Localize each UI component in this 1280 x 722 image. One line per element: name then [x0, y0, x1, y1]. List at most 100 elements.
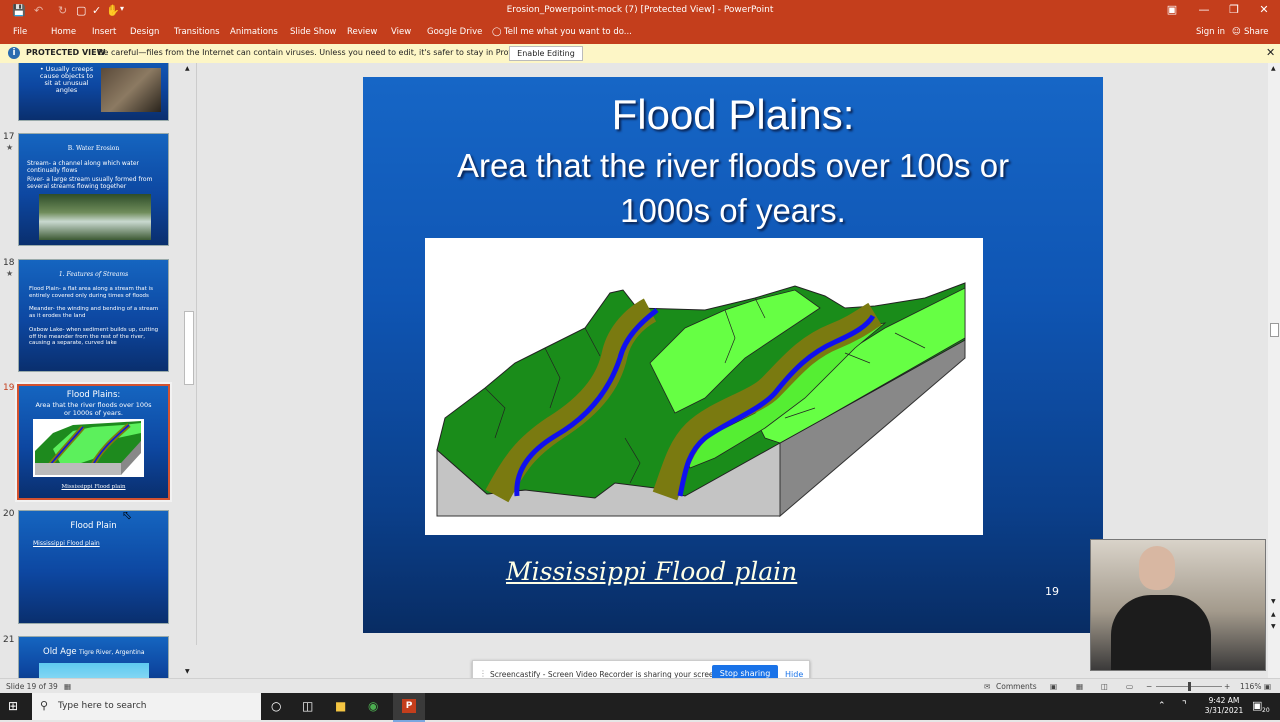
mississippi-flood-plain-link[interactable]: Mississippi Flood plain [506, 557, 797, 586]
status-bar: Slide 19 of 39 ▦ ✉ Comments ▣ ▦ ◫ ▭ − + … [0, 678, 1280, 694]
protected-view-label: PROTECTED VIEW [26, 48, 106, 57]
thumbnail-caption: Mississippi Flood plain [61, 484, 126, 490]
window-title: Erosion_Powerpoint-mock (7) [Protected V… [506, 5, 774, 15]
webcam-overlay [1090, 539, 1266, 671]
animation-star-icon: ★ [6, 269, 14, 278]
tab-slide-show[interactable]: Slide Show [290, 27, 336, 37]
slide-thumbnail-19[interactable]: Flood Plains: Area that the river floods… [15, 382, 172, 502]
sign-in-link[interactable]: Sign in [1196, 27, 1225, 37]
tab-insert[interactable]: Insert [92, 27, 116, 37]
chrome-icon[interactable]: ◉ [368, 699, 378, 713]
drag-handle-icon[interactable]: ⋮ [479, 669, 487, 678]
slide-thumbnail-21[interactable]: Old Age Tigre River, Argentina [18, 636, 169, 678]
slide-thumbnail-pane: • Usually creeps cause objects to sit at… [0, 63, 196, 678]
tab-file[interactable]: File [13, 27, 27, 37]
file-explorer-icon[interactable]: ■ [335, 699, 346, 713]
previous-slide-icon[interactable]: ▲ [1271, 611, 1276, 618]
thumbnail-photo [101, 68, 161, 112]
current-slide[interactable]: Flood Plains: Area that the river floods… [363, 77, 1103, 633]
restore-icon[interactable]: ❐ [1222, 3, 1246, 16]
floodplain-diagram [425, 238, 983, 535]
thumbnail-floodplain-image [33, 419, 144, 477]
thumbnail-subtitle: Tigre River, Argentina [79, 649, 145, 656]
tell-me-box[interactable]: Tell me what you want to do... [504, 27, 632, 37]
mouse-pointer: ⬁ [122, 508, 133, 522]
search-icon: ⚲ [40, 699, 49, 712]
thumbnail-bullet: Stream- a channel along which water cont… [27, 160, 140, 174]
windows-taskbar: ⊞ ⚲ Type here to search ○ ◫ ■ ◉ P ⌃ ⌝ 9:… [0, 693, 1280, 722]
animation-star-icon: ★ [6, 143, 14, 152]
slide-sorter-icon[interactable]: ▦ [1076, 682, 1083, 691]
notifications-icon[interactable]: ▣ [1252, 699, 1262, 712]
comments-icon: ✉ [984, 682, 991, 691]
scroll-down-icon[interactable]: ▼ [185, 668, 190, 675]
scroll-up-icon[interactable]: ▲ [1271, 65, 1276, 72]
spelling-status-icon[interactable]: ▦ [64, 682, 71, 691]
close-icon[interactable]: ✕ [1252, 3, 1276, 16]
scroll-up-icon[interactable]: ▲ [185, 65, 190, 72]
title-bar: 💾 ↶ ↻ ▢ ✓ ✋ ▾ Erosion_Powerpoint-mock (7… [0, 0, 1280, 22]
presenter-body [1111, 595, 1211, 670]
clock-date: 3/31/2021 [1204, 706, 1244, 715]
slide-number: 17 [3, 132, 15, 142]
show-hidden-icons-icon[interactable]: ⌃ [1158, 701, 1166, 711]
lightbulb-icon: ◯ [492, 27, 502, 37]
reading-view-icon[interactable]: ◫ [1101, 682, 1108, 691]
thumbnail-title: 1. Features of Streams [58, 271, 129, 278]
tab-transitions[interactable]: Transitions [174, 27, 220, 37]
enable-editing-button[interactable]: Enable Editing [509, 46, 583, 61]
thumbnail-scrollbar[interactable]: ▲ ▼ [183, 63, 194, 678]
thumbnail-bullet: Flood Plain- a flat area along a stream … [29, 286, 153, 299]
tab-review[interactable]: Review [347, 27, 377, 37]
search-placeholder: Type here to search [58, 701, 147, 711]
scrollbar-thumb[interactable] [1270, 323, 1279, 337]
share-button[interactable]: Share [1244, 27, 1269, 37]
thumbnail-title: Flood Plain [70, 521, 117, 531]
normal-view-icon[interactable]: ▣ [1050, 682, 1057, 691]
thumbnail-bullet: Mississippi Flood plain [33, 540, 100, 547]
slide-number: 20 [3, 509, 15, 519]
task-view-icon[interactable]: ◫ [302, 699, 313, 713]
thumbnail-river-photo [39, 663, 149, 678]
minimize-icon[interactable]: — [1192, 3, 1216, 16]
thumbnail-bullet: River- a large stream usually formed fro… [27, 176, 153, 190]
close-bar-icon[interactable]: ✕ [1266, 46, 1275, 59]
tab-view[interactable]: View [391, 27, 411, 37]
scrollbar-thumb[interactable] [184, 311, 194, 385]
ribbon-display-options-icon[interactable]: ▣ [1160, 3, 1184, 16]
ribbon-tabs: File Home Insert Design Transitions Anim… [0, 22, 1280, 44]
tab-home[interactable]: Home [51, 27, 76, 37]
zoom-out-icon[interactable]: − [1146, 682, 1152, 691]
scroll-down-icon[interactable]: ▼ [1271, 598, 1276, 605]
zoom-level[interactable]: 116% [1240, 682, 1261, 691]
slide-page-number: 19 [1045, 585, 1059, 598]
fit-slide-icon[interactable]: ▣ [1264, 682, 1271, 691]
slide-number: 18 [3, 258, 15, 268]
cortana-icon[interactable]: ○ [271, 699, 281, 713]
powerpoint-taskbar-button[interactable]: P [393, 693, 425, 722]
start-icon[interactable]: ⊞ [8, 699, 18, 713]
slide-thumbnail-16[interactable]: • Usually creeps cause objects to sit at… [18, 63, 169, 121]
protected-view-bar: i PROTECTED VIEW Be careful—files from t… [0, 44, 1280, 64]
tab-animations[interactable]: Animations [230, 27, 278, 37]
tab-design[interactable]: Design [130, 27, 159, 37]
network-icon[interactable]: ⌝ [1182, 700, 1187, 711]
thumbnail-text: • Usually creeps cause objects to sit at… [39, 65, 94, 94]
slide-thumbnail-17[interactable]: B. Water Erosion Stream- a channel along… [18, 133, 169, 246]
taskbar-clock[interactable]: 9:42 AM 3/31/2021 [1200, 696, 1248, 716]
zoom-slider-handle[interactable] [1188, 682, 1191, 691]
slide-thumbnail-18[interactable]: 1. Features of Streams Flood Plain- a fl… [18, 259, 169, 372]
slideshow-view-icon[interactable]: ▭ [1126, 682, 1133, 691]
slide-thumbnail-20[interactable]: Flood Plain Mississippi Flood plain [18, 510, 169, 624]
slide-counter: Slide 19 of 39 [6, 682, 58, 691]
slide-scrollbar[interactable]: ▲ ▼ ▲ ▼ [1268, 63, 1280, 678]
clock-time: 9:42 AM [1208, 696, 1240, 705]
taskbar-search-box[interactable]: ⚲ Type here to search [32, 693, 261, 720]
tab-google-drive[interactable]: Google Drive [427, 27, 482, 37]
next-slide-icon[interactable]: ▼ [1271, 623, 1276, 630]
comments-button[interactable]: Comments [996, 682, 1037, 691]
zoom-in-icon[interactable]: + [1224, 682, 1230, 691]
thumbnail-bullet: Meander- the winding and bending of a st… [29, 306, 159, 319]
powerpoint-icon: P [402, 699, 416, 713]
slide-number: 19 [3, 383, 15, 393]
